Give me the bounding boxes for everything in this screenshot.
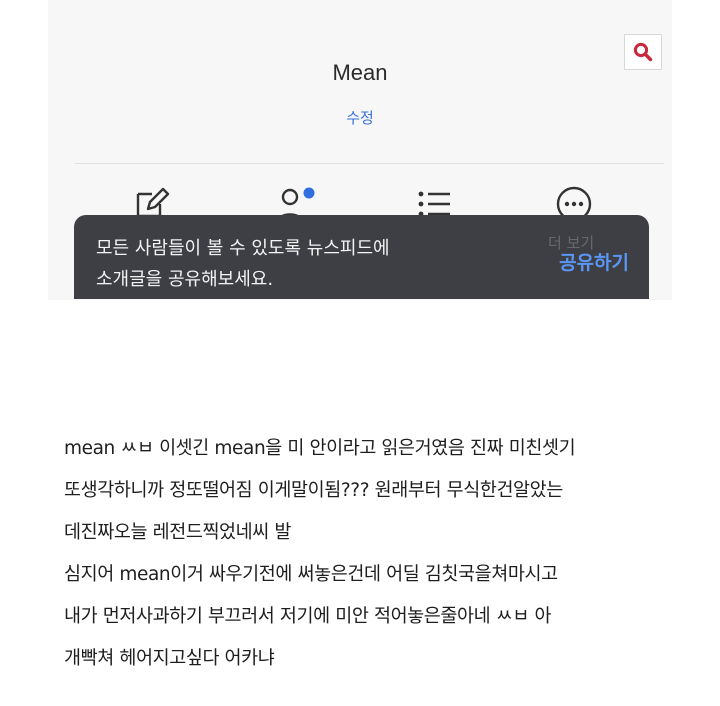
tooltip-line: 모든 사람들이 볼 수 있도록 뉴스피드에: [96, 238, 390, 259]
notification-badge: [303, 187, 315, 199]
share-tooltip: 모든 사람들이 볼 수 있도록 뉴스피드에 소개글을 공유해보세요. 공유하기: [74, 215, 649, 299]
post-line: 내가 먼저사과하기 부끄러서 저기에 미안 적어놓은줄아네 ㅆㅂ 아: [64, 606, 552, 627]
edit-profile-link[interactable]: 수정: [0, 107, 720, 128]
post-body: mean ㅆㅂ 이셋긴 mean을 미 안이라고 읽은거였음 진짜 미친셋기 또…: [64, 428, 684, 680]
profile-name: Mean: [332, 60, 388, 85]
more-label: 더 보기: [548, 234, 595, 252]
screenshot: Mean 수정 모든 사람들이 볼 수 있도록 뉴스피드에 소개글을 공유해보세…: [0, 0, 720, 706]
tooltip-line: 소개글을 공유해보세요.: [96, 269, 274, 290]
post-line: 데진짜오늘 레전드찍었네씨 발: [64, 522, 292, 543]
tooltip-message: 모든 사람들이 볼 수 있도록 뉴스피드에 소개글을 공유해보세요.: [96, 233, 496, 295]
post-line: mean ㅆㅂ 이셋긴 mean을 미 안이라고 읽은거였음 진짜 미친셋기: [64, 438, 576, 459]
post-line: 심지어 mean이거 싸우기전에 써놓은건데 어딜 김칫국을쳐마시고: [64, 564, 558, 585]
post-line: 개빡쳐 헤어지고싶다 어카냐: [64, 648, 275, 669]
post-line: 또생각하니까 정또떨어짐 이게말이됨??? 원래부터 무식한건알았는: [64, 480, 563, 501]
divider: [74, 163, 664, 164]
